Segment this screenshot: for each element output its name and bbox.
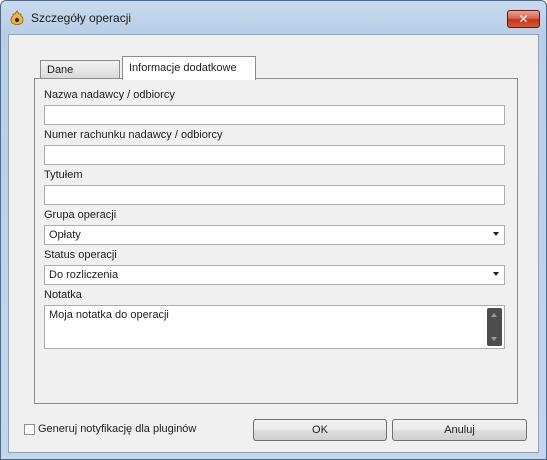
- chevron-down-icon: [493, 232, 499, 236]
- status-label: Status operacji: [44, 249, 117, 261]
- note-textarea[interactable]: Moja notatka do operacji: [44, 305, 505, 349]
- close-button[interactable]: ✕: [507, 10, 540, 28]
- ok-button-label: OK: [312, 424, 328, 436]
- scroll-down-icon[interactable]: [491, 337, 497, 341]
- sender-name-input[interactable]: [44, 105, 505, 125]
- window-title: Szczegóły operacji: [31, 11, 132, 25]
- group-select[interactable]: Opłaty: [44, 225, 505, 245]
- ok-button[interactable]: OK: [253, 419, 387, 441]
- note-scrollbar[interactable]: [487, 308, 502, 346]
- account-number-label: Numer rachunku nadawcy / odbiorcy: [44, 129, 223, 141]
- scroll-up-icon[interactable]: [491, 313, 497, 317]
- cancel-button[interactable]: Anuluj: [392, 419, 527, 441]
- dialog-window: Szczegóły operacji ✕ Dane operacji Infor…: [0, 0, 547, 460]
- close-icon: ✕: [518, 12, 529, 26]
- status-select[interactable]: Do rozliczenia: [44, 265, 505, 285]
- title-field-label: Tytułem: [44, 169, 83, 181]
- account-number-input[interactable]: [44, 145, 505, 165]
- title-input[interactable]: [44, 185, 505, 205]
- note-text: Moja notatka do operacji: [49, 309, 169, 321]
- status-select-value: Do rozliczenia: [49, 269, 119, 281]
- dialog-client: Dane operacji Informacje dodatkowe Nazwa…: [8, 34, 539, 453]
- tab-label: Informacje dodatkowe: [129, 62, 237, 74]
- sender-name-label: Nazwa nadawcy / odbiorcy: [44, 89, 175, 101]
- tab-informacje-dodatkowe[interactable]: Informacje dodatkowe: [122, 56, 256, 80]
- group-select-value: Opłaty: [49, 229, 81, 241]
- chevron-down-icon: [493, 272, 499, 276]
- notify-plugins-checkbox[interactable]: [24, 424, 35, 435]
- tab-panel: Nazwa nadawcy / odbiorcy Numer rachunku …: [34, 78, 518, 404]
- notify-plugins-label[interactable]: Generuj notyfikację dla pluginów: [38, 423, 196, 435]
- app-icon: [10, 10, 24, 25]
- note-label: Notatka: [44, 289, 82, 301]
- cancel-button-label: Anuluj: [444, 424, 475, 436]
- tab-dane-operacji[interactable]: Dane operacji: [40, 60, 120, 95]
- group-label: Grupa operacji: [44, 209, 117, 221]
- title-bar[interactable]: Szczegóły operacji ✕: [1, 1, 546, 33]
